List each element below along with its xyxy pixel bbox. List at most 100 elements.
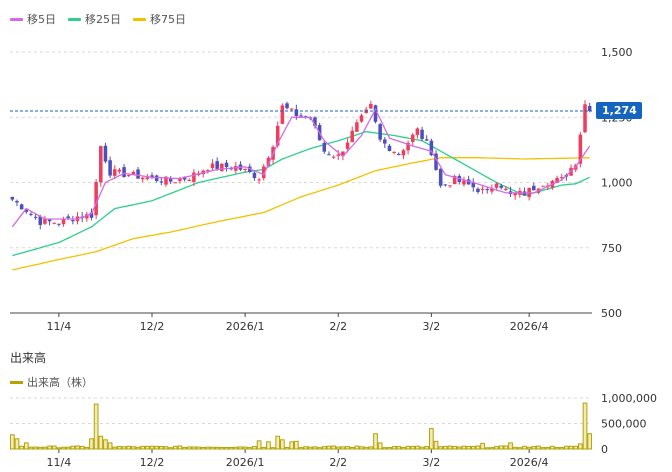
candle-body — [397, 153, 401, 155]
candle-body — [71, 220, 75, 222]
volume-bar — [303, 446, 309, 450]
volume-bar — [396, 446, 402, 450]
legend-ma5[interactable]: 移5日 — [10, 11, 56, 27]
price-tick-label: 1,000 — [601, 177, 633, 190]
volume-bar — [107, 442, 113, 450]
volume-bar — [9, 434, 15, 450]
candle-body — [410, 134, 415, 142]
volume-legend[interactable]: 出来高（株） — [10, 374, 93, 390]
volume-bar — [568, 445, 574, 450]
volume-bar — [321, 446, 327, 450]
candle-body — [289, 108, 294, 110]
volume-bar — [363, 446, 369, 450]
candle-body — [192, 172, 196, 182]
volume-bar — [433, 440, 439, 450]
candle-body — [438, 168, 443, 186]
candle-body — [485, 189, 490, 191]
volume-bar — [51, 445, 57, 450]
candle-body — [94, 182, 98, 216]
volume-bar — [205, 446, 211, 450]
volume-bar — [158, 446, 164, 450]
candle-body — [10, 196, 15, 200]
candle-body — [355, 122, 359, 132]
volume-bar — [214, 446, 220, 450]
candle-body — [532, 185, 536, 191]
volume-bar — [517, 447, 523, 450]
volume-bar — [480, 442, 485, 450]
volume-tick-label: 500,000 — [601, 418, 647, 431]
volume-bar — [112, 446, 118, 450]
candle-body — [159, 181, 164, 183]
volume-bar — [326, 445, 332, 450]
volume-bar — [438, 446, 444, 450]
volume-bar — [508, 442, 513, 450]
volume-bar — [298, 447, 304, 450]
current-price-badge: 1,274 — [596, 102, 642, 119]
volume-bar — [33, 446, 38, 450]
volume-bar — [103, 439, 108, 450]
candle-body — [424, 139, 429, 141]
candle-body — [415, 128, 420, 135]
volume-bar — [312, 446, 318, 450]
candle-body — [29, 213, 33, 215]
volume-bar — [210, 446, 215, 450]
candle-body — [513, 193, 517, 196]
legend-ma75[interactable]: 移75日 — [133, 11, 186, 27]
volume-bar — [373, 433, 378, 450]
volume-bar — [452, 445, 458, 450]
volume-tick-label: 0 — [601, 443, 608, 456]
candle-body — [480, 188, 485, 190]
ma75-swatch — [133, 17, 146, 21]
volume-bar — [442, 445, 448, 450]
volume-bar — [461, 445, 467, 450]
volume-bar — [587, 433, 593, 450]
candle-body — [583, 104, 587, 133]
volume-swatch — [10, 380, 23, 384]
volume-bar — [331, 445, 336, 450]
volume-bar — [252, 446, 257, 450]
ma75-line — [12, 157, 590, 271]
volume-bar — [456, 446, 462, 450]
volume-bar — [65, 446, 71, 450]
candle-body — [33, 216, 38, 218]
volume-title: 出来高 — [10, 351, 47, 365]
volume-bar — [447, 445, 453, 450]
volume-bar — [270, 447, 276, 450]
volume-bar — [75, 445, 80, 450]
volume-x-tick-label: 12/2 — [140, 456, 165, 469]
volume-bar — [354, 445, 360, 450]
volume-bar — [23, 442, 29, 450]
candle-body — [117, 169, 122, 172]
volume-bar — [582, 402, 588, 450]
volume-legend-label: 出来高（株） — [27, 376, 93, 389]
candle-body — [336, 154, 341, 156]
volume-bar — [19, 445, 25, 450]
volume-bar — [154, 445, 160, 450]
volume-bar — [349, 447, 355, 450]
volume-bar — [391, 446, 397, 450]
candle-body — [57, 223, 61, 225]
volume-bar — [56, 447, 62, 450]
legend-ma5-label: 移5日 — [27, 13, 56, 26]
volume-bar — [470, 445, 476, 450]
price-x-tick-label: 11/4 — [47, 320, 72, 333]
volume-bar — [247, 447, 253, 450]
volume-bar — [494, 446, 499, 450]
volume-bar — [545, 446, 551, 450]
candle-body — [541, 185, 545, 187]
volume-bar — [163, 446, 169, 450]
volume-bar — [186, 446, 192, 450]
candle-body — [345, 142, 350, 149]
volume-bar — [410, 445, 416, 450]
volume-bar — [475, 445, 481, 450]
volume-bar — [224, 447, 229, 450]
legend-ma25[interactable]: 移25日 — [68, 11, 121, 27]
volume-bar — [28, 446, 34, 450]
candle-body — [19, 204, 24, 210]
candle-body — [504, 188, 508, 190]
volume-bar — [219, 446, 225, 450]
candle-body — [448, 185, 452, 187]
volume-tick-label: 1,000,000 — [601, 392, 657, 405]
volume-bar — [489, 447, 495, 450]
volume-bar — [526, 446, 532, 450]
